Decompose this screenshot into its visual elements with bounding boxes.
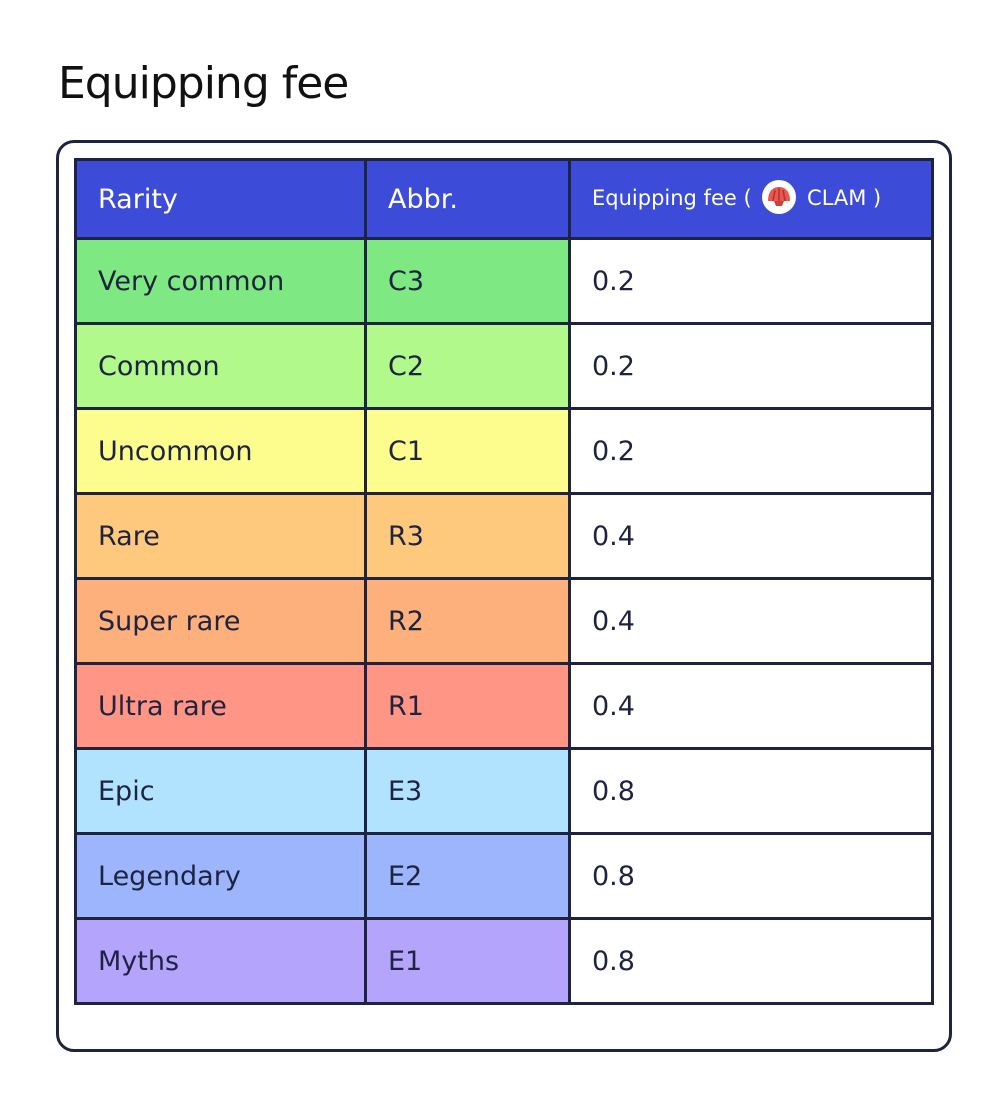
abbr-cell: R1 bbox=[364, 662, 571, 750]
fee-cell: 0.2 bbox=[568, 322, 934, 410]
rarity-cell: Common bbox=[74, 322, 367, 410]
fee-cell: 0.8 bbox=[568, 747, 934, 835]
abbr-cell: C3 bbox=[364, 237, 571, 325]
fee-cell: 0.4 bbox=[568, 662, 934, 750]
header-rarity: Rarity bbox=[74, 158, 367, 240]
abbr-cell: R2 bbox=[364, 577, 571, 665]
rarity-cell: Ultra rare bbox=[74, 662, 367, 750]
header-equipping-fee: Equipping fee ( CLAM ) bbox=[568, 158, 934, 240]
header-fee-currency: CLAM ) bbox=[807, 186, 882, 210]
table-row: Super rare R2 0.4 bbox=[74, 577, 934, 665]
fee-cell: 0.8 bbox=[568, 832, 934, 920]
fee-cell: 0.4 bbox=[568, 577, 934, 665]
table-row: Common C2 0.2 bbox=[74, 322, 934, 410]
table-row: Uncommon C1 0.2 bbox=[74, 407, 934, 495]
rarity-cell: Super rare bbox=[74, 577, 367, 665]
abbr-cell: E2 bbox=[364, 832, 571, 920]
equipping-fee-table: Rarity Abbr. Equipping fee ( CLAM ) Very… bbox=[74, 158, 934, 1005]
page-title: Equipping fee bbox=[58, 58, 349, 109]
table-row: Legendary E2 0.8 bbox=[74, 832, 934, 920]
header-fee-prefix: Equipping fee ( bbox=[592, 186, 752, 210]
table-row: Very common C3 0.2 bbox=[74, 237, 934, 325]
rarity-cell: Legendary bbox=[74, 832, 367, 920]
table-row: Epic E3 0.8 bbox=[74, 747, 934, 835]
clam-shell-icon bbox=[762, 180, 797, 214]
abbr-cell: C2 bbox=[364, 322, 571, 410]
rarity-cell: Rare bbox=[74, 492, 367, 580]
abbr-cell: E1 bbox=[364, 917, 571, 1005]
fee-cell: 0.2 bbox=[568, 237, 934, 325]
fee-cell: 0.2 bbox=[568, 407, 934, 495]
abbr-cell: E3 bbox=[364, 747, 571, 835]
header-abbr: Abbr. bbox=[364, 158, 571, 240]
table-row: Ultra rare R1 0.4 bbox=[74, 662, 934, 750]
rarity-cell: Epic bbox=[74, 747, 367, 835]
fee-cell: 0.4 bbox=[568, 492, 934, 580]
table-header-row: Rarity Abbr. Equipping fee ( CLAM ) bbox=[74, 158, 934, 240]
abbr-cell: C1 bbox=[364, 407, 571, 495]
table-row: Myths E1 0.8 bbox=[74, 917, 934, 1005]
abbr-cell: R3 bbox=[364, 492, 571, 580]
rarity-cell: Very common bbox=[74, 237, 367, 325]
rarity-cell: Myths bbox=[74, 917, 367, 1005]
table-row: Rare R3 0.4 bbox=[74, 492, 934, 580]
rarity-cell: Uncommon bbox=[74, 407, 367, 495]
fee-cell: 0.8 bbox=[568, 917, 934, 1005]
